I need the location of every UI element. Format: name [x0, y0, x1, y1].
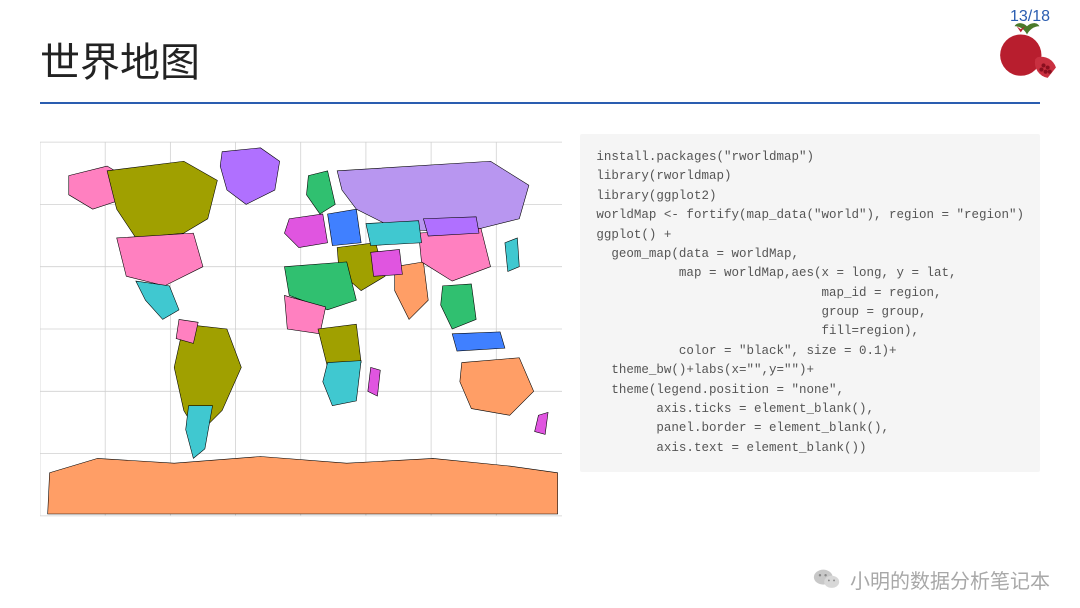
region-south-africa [323, 361, 361, 406]
region-greenland [220, 148, 279, 205]
region-scandinavia [306, 171, 335, 214]
content-row: install.packages("rworldmap") library(rw… [40, 134, 1040, 524]
code-block: install.packages("rworldmap") library(rw… [580, 134, 1040, 472]
region-japan [505, 238, 519, 272]
title-divider [40, 102, 1040, 104]
region-nz [535, 412, 548, 434]
region-kazakhstan [366, 221, 422, 246]
region-argentina [186, 406, 213, 459]
region-indonesia [452, 332, 505, 351]
slide: 13/18 世界地图 [0, 0, 1080, 608]
region-mexico [136, 281, 179, 319]
footer-text: 小明的数据分析笔记本 [850, 565, 1050, 594]
region-mongolia [423, 217, 479, 236]
world-map-plot [40, 134, 562, 524]
region-usa [117, 233, 203, 286]
region-china [419, 228, 491, 281]
footer: 小明的数据分析笔记本 [812, 564, 1050, 594]
region-seasia [441, 284, 476, 329]
pomegranate-icon [996, 20, 1058, 82]
wechat-icon [812, 564, 842, 594]
region-canada [107, 161, 217, 238]
region-west-europe [284, 214, 327, 248]
slide-title: 世界地图 [40, 30, 1040, 88]
region-madagascar [368, 367, 380, 396]
region-east-europe [328, 209, 362, 245]
region-antarctica [48, 456, 558, 514]
region-australia [460, 358, 534, 416]
region-iran [371, 249, 403, 276]
